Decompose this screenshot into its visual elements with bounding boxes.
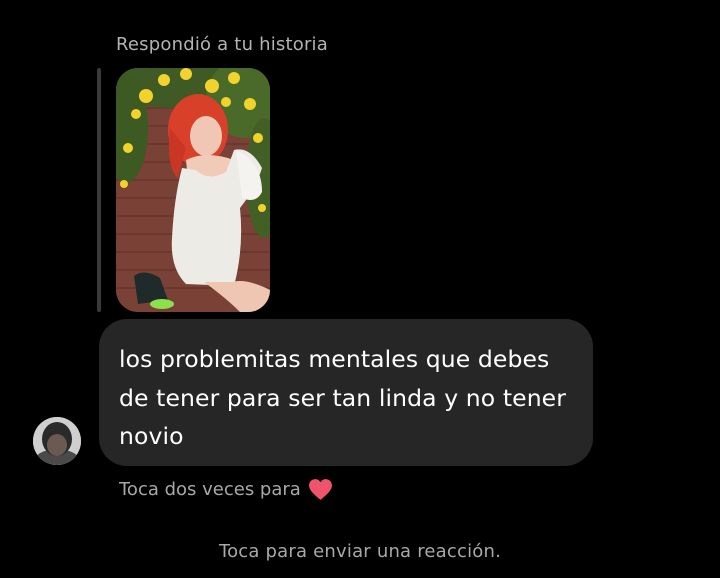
message-bubble[interactable]: los problemitas mentales que debes de te… — [99, 319, 593, 466]
double-tap-hint: Toca dos veces para — [119, 478, 333, 501]
sender-avatar[interactable] — [33, 417, 81, 465]
story-reply-label: Respondió a tu historia — [116, 34, 328, 55]
heart-icon[interactable] — [308, 478, 333, 501]
reaction-hint: Toca para enviar una reacción. — [218, 541, 502, 562]
reply-quote-bar — [97, 68, 101, 312]
story-thumbnail[interactable] — [116, 68, 270, 312]
avatar-icon — [33, 417, 81, 465]
double-tap-hint-text: Toca dos veces para — [119, 479, 301, 500]
message-text: los problemitas mentales que debes de te… — [119, 345, 567, 450]
story-photo — [116, 68, 270, 312]
dm-thread-screen: Respondió a tu historia los problemitas … — [0, 0, 720, 578]
